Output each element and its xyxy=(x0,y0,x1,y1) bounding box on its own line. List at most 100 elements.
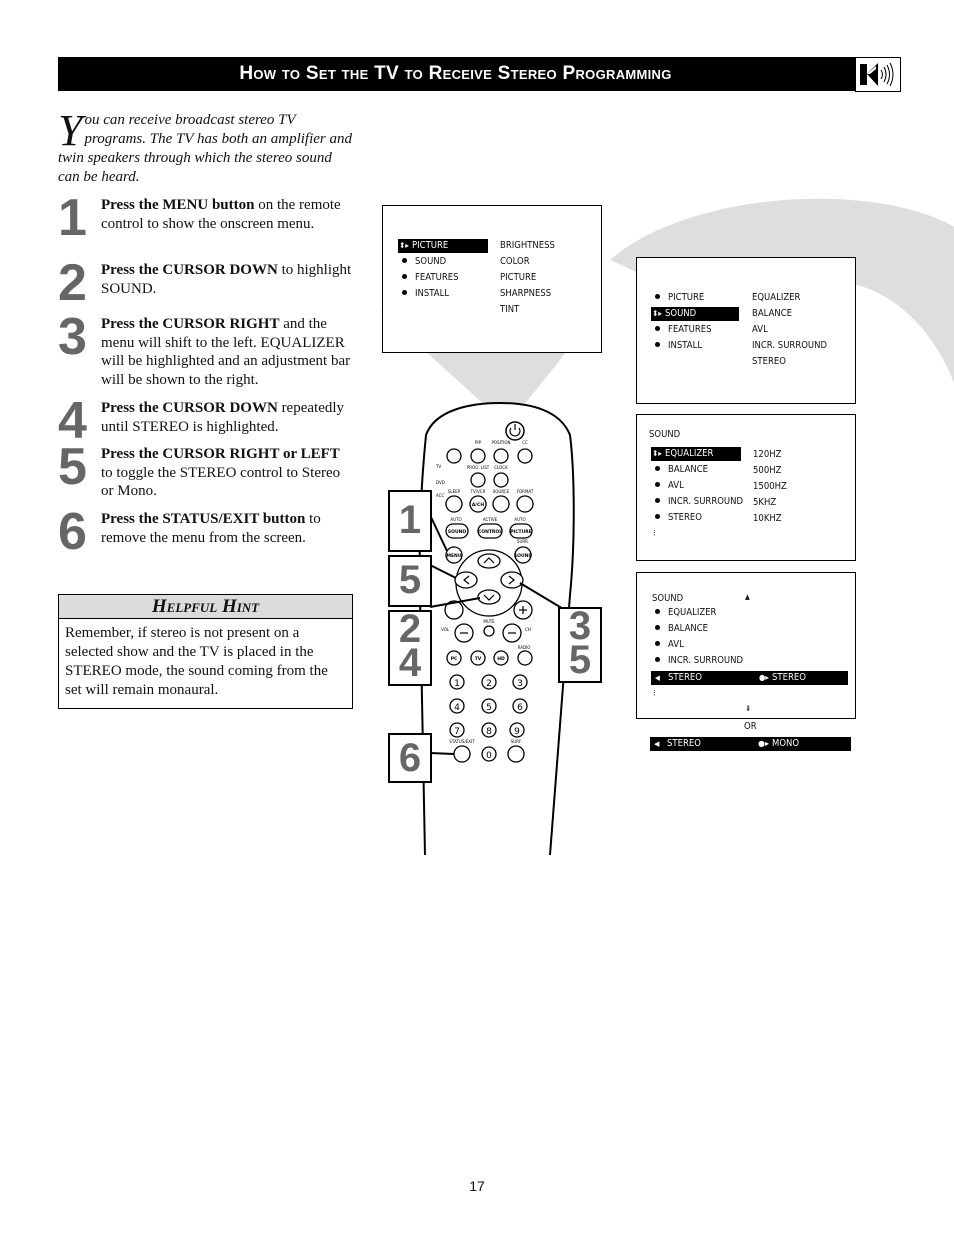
osd-stereo-row-selected: ◀ STEREO ●▸ STEREO xyxy=(651,671,848,685)
osd-menu-item-incr-surround: INCR. SURROUND xyxy=(651,495,756,509)
bullet-icon xyxy=(655,641,660,646)
hint-body: Remember, if stereo is not present on a … xyxy=(65,625,328,698)
tv-label: TV xyxy=(475,656,482,662)
osd-menu-item-avl: AVL xyxy=(651,479,687,493)
label-sleep: SLEEP xyxy=(448,489,461,494)
osd-submenu-item: AVL xyxy=(752,324,768,335)
bullet-icon xyxy=(655,514,660,519)
play-button[interactable] xyxy=(517,448,533,464)
label-prog-list: PROG. LIST xyxy=(467,465,490,470)
cursor-left-button[interactable] xyxy=(454,571,478,589)
osd-submenu-item: EQUALIZER xyxy=(752,292,801,303)
label-surr: SURR. xyxy=(517,539,529,544)
select-arrows-icon: ⬍▸ xyxy=(399,241,409,250)
step-number: 3 xyxy=(58,308,87,366)
bullet-icon xyxy=(655,625,660,630)
fast-forward-button[interactable] xyxy=(470,472,486,488)
label-pip: PIP xyxy=(475,440,482,445)
scroll-up-icon: ▲ xyxy=(745,593,750,601)
osd-submenu-item: TINT xyxy=(500,304,520,315)
format-button[interactable] xyxy=(516,495,534,513)
label-format: FORMAT xyxy=(517,489,534,494)
stop-button[interactable] xyxy=(493,448,509,464)
step-action: Press the CURSOR DOWN xyxy=(101,262,278,278)
label-mute: MUTE xyxy=(483,619,495,624)
cursor-down-button[interactable] xyxy=(477,589,501,605)
menu-label: MENU xyxy=(447,553,462,559)
page-number: 17 xyxy=(469,1178,485,1194)
osd-submenu-item: PICTURE xyxy=(500,272,537,283)
label-source: SOURCE xyxy=(493,489,510,494)
intro-text: ou can receive broadcast stereo TV progr… xyxy=(58,112,353,185)
a-ch-label: A/CH xyxy=(472,502,484,508)
pause-button[interactable] xyxy=(493,472,509,488)
osd-menu-item-avl: AVL xyxy=(651,638,687,652)
select-arrows-icon: ●▸ xyxy=(759,673,769,682)
record-button[interactable] xyxy=(446,448,462,464)
radio-button[interactable] xyxy=(517,650,533,666)
power-button[interactable] xyxy=(505,421,525,441)
osd-value: 10KHZ xyxy=(753,513,782,524)
digit-1-label: 1 xyxy=(454,679,460,689)
osd-menu-item-features: FEATURES xyxy=(398,271,466,285)
osd-value: 5KHZ xyxy=(753,497,777,508)
arrow-left-icon: ◀ xyxy=(654,740,660,748)
surf-button[interactable] xyxy=(507,745,525,763)
label-tv-vcr: TV/VCR xyxy=(470,489,486,494)
osd-menu-item-equalizer: ⬍▸ EQUALIZER xyxy=(651,447,741,461)
digit-4-label: 4 xyxy=(454,703,460,713)
drop-cap: Y xyxy=(58,106,83,155)
helpful-hint-box: Helpful Hint Remember, if stereo is not … xyxy=(58,594,353,709)
step-number: 2 xyxy=(58,254,87,312)
step-action: Press the CURSOR RIGHT or LEFT xyxy=(101,446,340,462)
bullet-icon xyxy=(655,657,660,662)
select-arrows-icon: ⬍▸ xyxy=(652,449,662,458)
cursor-up-button[interactable] xyxy=(477,553,501,569)
step-action: Press the MENU button xyxy=(101,197,255,213)
mute-button[interactable] xyxy=(483,625,495,637)
osd-main-menu-sound: PICTURE ⬍▸ SOUND FEATURES INSTALL EQUALIZ… xyxy=(636,257,856,404)
hint-title: Helpful Hint xyxy=(59,595,352,619)
osd-submenu-item: BALANCE xyxy=(752,308,793,319)
osd-menu-item-balance: BALANCE xyxy=(651,622,715,636)
bullet-icon xyxy=(655,326,660,331)
osd-menu-item-install: INSTALL xyxy=(398,287,455,301)
status-exit-button[interactable] xyxy=(453,745,471,763)
osd-menu-item-equalizer: EQUALIZER xyxy=(651,606,725,620)
step-action: Press the CURSOR RIGHT xyxy=(101,316,280,332)
sound-label: SOUND xyxy=(514,553,532,559)
label-surf: SURF xyxy=(511,739,522,744)
callout-step-1: 1 xyxy=(388,490,432,552)
digit-2-label: 2 xyxy=(486,679,492,689)
arrow-left-icon: ◀ xyxy=(655,674,660,682)
label-ch: CH xyxy=(525,627,531,632)
rewind-button[interactable] xyxy=(470,448,486,464)
pc-label: PC xyxy=(451,656,458,662)
scroll-more-icon: ⁝ xyxy=(653,529,656,539)
bullet-icon xyxy=(655,342,660,347)
osd-sound-equalizer: SOUND ⬍▸ EQUALIZER BALANCE AVL INCR. SURR… xyxy=(636,414,856,561)
auto-sound-label: SOUND xyxy=(448,529,466,535)
label-acc: ACC xyxy=(436,493,444,498)
callout-step-5: 5 xyxy=(388,555,432,607)
hd-label: HD xyxy=(497,656,505,662)
source-button[interactable] xyxy=(492,495,510,513)
osd-menu-item-sound: ⬍▸ SOUND xyxy=(651,307,739,321)
cursor-right-button[interactable] xyxy=(500,571,524,589)
scroll-more-icon: ⁝ xyxy=(653,689,656,699)
callout-steps-2-4: 2 4 xyxy=(388,609,432,686)
sleep-button[interactable] xyxy=(445,495,463,513)
select-arrows-icon: ⬍▸ xyxy=(652,309,662,318)
osd-sound-stereo: ▲ SOUND EQUALIZER BALANCE AVL INCR. SURR… xyxy=(636,572,856,719)
osd-menu-item-picture: PICTURE xyxy=(651,291,711,305)
osd-menu-item-incr-surround: INCR. SURROUND xyxy=(651,654,756,668)
label-dvd: DVD xyxy=(436,480,445,485)
bullet-icon xyxy=(655,466,660,471)
osd-menu-item-stereo: STEREO xyxy=(651,511,708,525)
osd-submenu-item: SHARPNESS xyxy=(500,288,552,299)
osd-heading: SOUND xyxy=(652,593,684,604)
label-radio: RADIO xyxy=(518,645,531,650)
callout-steps-3-5: 3 5 xyxy=(558,606,602,683)
osd-menu-item-picture: ⬍▸ PICTURE xyxy=(398,239,488,253)
step-action: Press the STATUS/EXIT button xyxy=(101,511,306,527)
